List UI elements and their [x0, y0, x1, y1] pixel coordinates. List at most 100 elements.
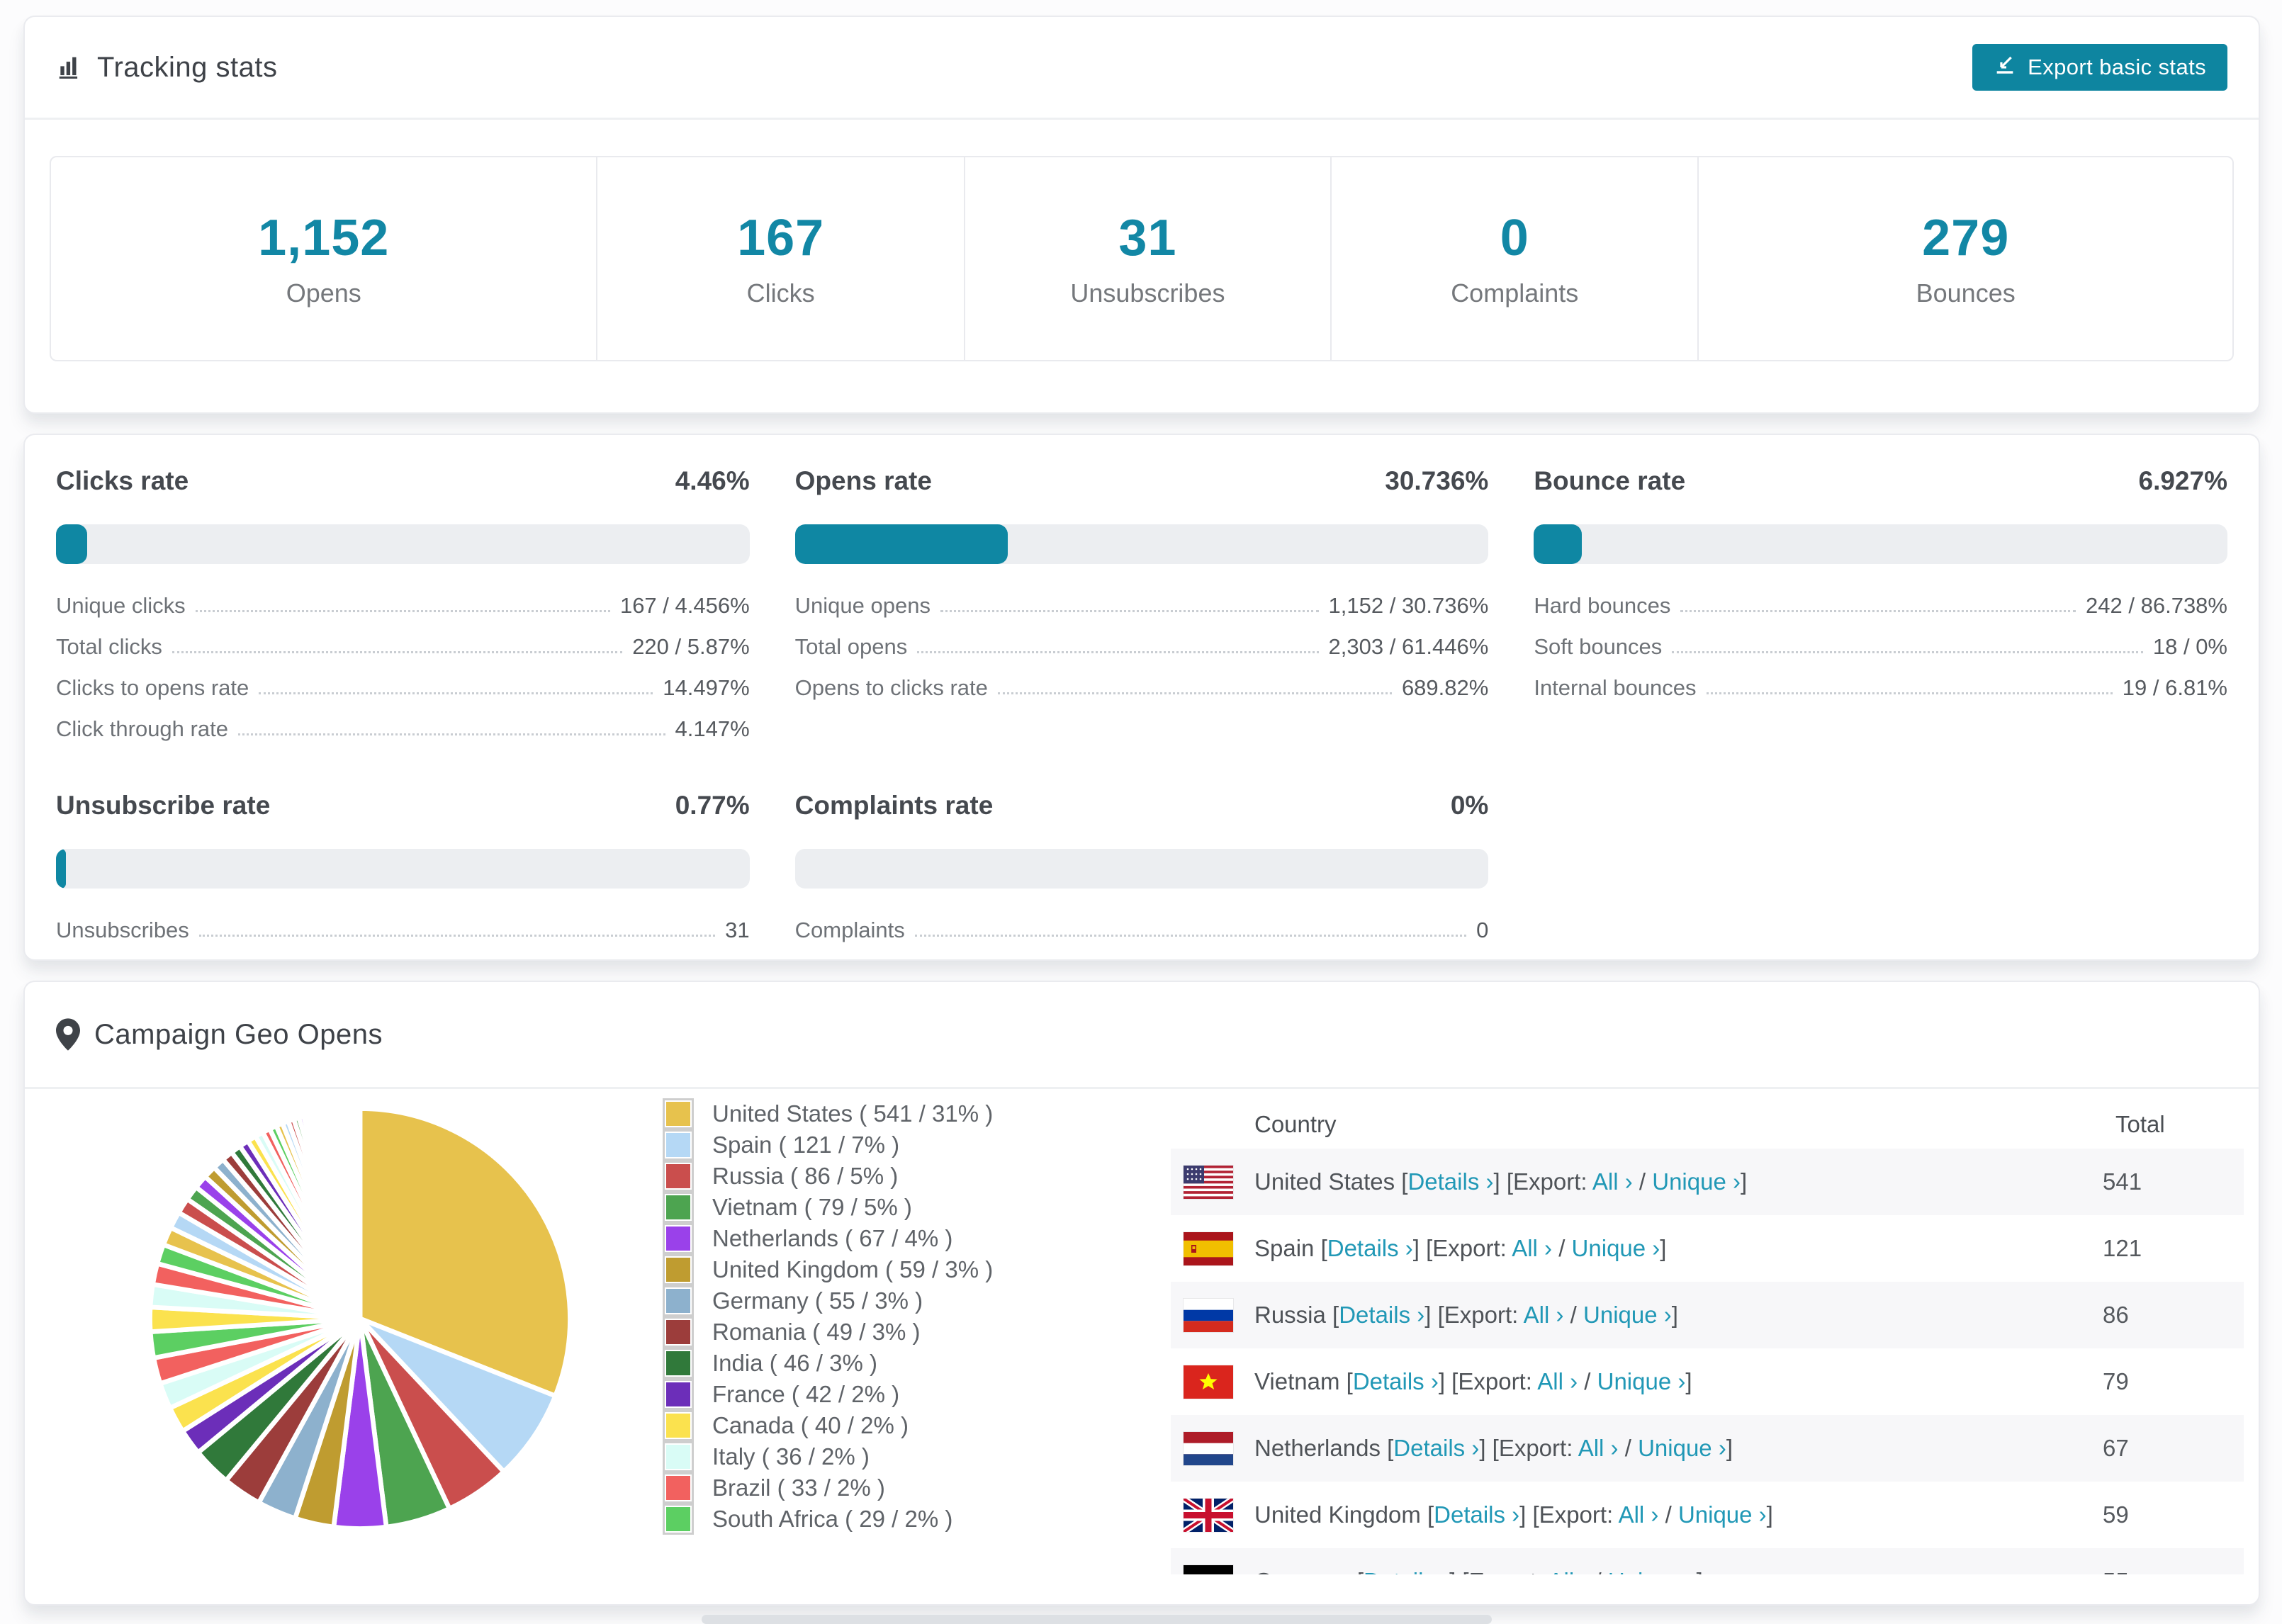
country-cell: United States [Details ›] [Export: All ›… — [1254, 1168, 1748, 1195]
rate-detail-value: 19 / 6.81% — [2122, 675, 2227, 701]
rate-detail-label: Hard bounces — [1534, 593, 1671, 618]
geo-link[interactable]: Unique › — [1652, 1168, 1741, 1195]
summary-stat-cell: 0 Complaints — [1332, 157, 1699, 360]
geo-opens-header: Campaign Geo Opens — [25, 982, 2259, 1089]
rate-detail-row: Total clicks 220 / 5.87% — [56, 626, 750, 667]
geo-link[interactable]: Unique › — [1583, 1302, 1672, 1328]
rate-detail-value: 2,303 / 61.446% — [1328, 634, 1489, 660]
geo-link[interactable]: All › — [1619, 1501, 1659, 1528]
geo-link[interactable]: Details › — [1353, 1368, 1439, 1394]
flag-es-icon — [1184, 1231, 1233, 1265]
total-cell: 541 — [2103, 1168, 2142, 1195]
geo-link[interactable]: All › — [1548, 1568, 1588, 1574]
legend-label: Romania ( 49 / 3% ) — [712, 1319, 921, 1345]
total-cell: 79 — [2103, 1368, 2129, 1394]
summary-stat-label: Opens — [286, 278, 361, 308]
dotted-leader — [198, 935, 716, 937]
column-header-country: Country — [1254, 1110, 1337, 1137]
summary-stats-row: 1,152 Opens 167 Clicks 31 Unsubscribes 0… — [50, 156, 2234, 361]
legend-label: India ( 46 / 3% ) — [712, 1350, 877, 1376]
geo-table-row: Germany [Details ›] [Export: All › / Uni… — [1171, 1548, 2244, 1574]
geo-link[interactable]: Details › — [1434, 1501, 1519, 1528]
rate-detail-row: Clicks to opens rate 14.497% — [56, 667, 750, 709]
progress-bar-track — [794, 849, 1489, 889]
rate-detail-row: Opens to clicks rate 689.82% — [795, 667, 1489, 709]
geo-opens-title: Campaign Geo Opens — [94, 1018, 383, 1050]
rate-detail-row: Internal bounces 19 / 6.81% — [1534, 667, 2227, 709]
legend-item: France ( 42 / 2% ) — [663, 1379, 1159, 1410]
summary-stat-cell: 1,152 Opens — [51, 157, 598, 360]
flag-us-icon — [1184, 1165, 1233, 1199]
dotted-leader — [917, 651, 1319, 654]
legend-label: Netherlands ( 67 / 4% ) — [712, 1225, 953, 1251]
legend-item: Vietnam ( 79 / 5% ) — [663, 1192, 1159, 1223]
pie-slice-other[interactable] — [356, 1106, 363, 1319]
summary-stat-cell: 279 Bounces — [1699, 157, 2232, 360]
legend-swatch — [663, 1223, 694, 1254]
rate-detail-label: Opens to clicks rate — [794, 675, 988, 701]
legend-item: United Kingdom ( 59 / 3% ) — [663, 1254, 1159, 1285]
progress-bar-track — [1534, 524, 2227, 564]
geo-link[interactable]: Unique › — [1572, 1235, 1660, 1261]
geo-link[interactable]: Details › — [1364, 1568, 1449, 1574]
summary-stat-value: 31 — [1118, 210, 1177, 266]
horizontal-scrollbar[interactable] — [702, 1615, 1492, 1624]
export-basic-stats-button[interactable]: Export basic stats — [1972, 44, 2227, 91]
geo-link[interactable]: Details › — [1407, 1168, 1493, 1195]
legend-item: Italy ( 36 / 2% ) — [663, 1441, 1159, 1472]
summary-stat-label: Bounces — [1916, 278, 2016, 308]
rate-panel: Complaints rate 0% Complaints 0 — [794, 791, 1489, 951]
geo-link[interactable]: Details › — [1393, 1435, 1479, 1461]
rate-panel: Clicks rate 4.46% Unique clicks 167 / 4.… — [56, 466, 750, 750]
rate-panel-title: Bounce rate — [1534, 466, 1686, 495]
geo-link[interactable]: Unique › — [1678, 1501, 1767, 1528]
legend-label: Brazil ( 33 / 2% ) — [712, 1474, 885, 1501]
rate-detail-value: 31 — [725, 918, 750, 943]
rate-panel-title: Complaints rate — [794, 791, 994, 821]
rate-detail-label: Total opens — [794, 634, 908, 660]
legend-swatch — [663, 1379, 694, 1410]
rate-panel: Opens rate 30.736% Unique opens 1,152 / … — [794, 466, 1489, 750]
geo-link[interactable]: Details › — [1339, 1302, 1424, 1328]
rate-detail-label: Soft bounces — [1534, 634, 1663, 660]
rate-detail-row: Unique clicks 167 / 4.456% — [56, 585, 750, 626]
legend-label: Germany ( 55 / 3% ) — [712, 1287, 923, 1314]
geo-link[interactable]: All › — [1592, 1168, 1633, 1195]
geo-link[interactable]: Unique › — [1597, 1368, 1686, 1394]
page-title: Tracking stats — [97, 51, 278, 83]
rate-detail-value: 242 / 86.738% — [2086, 593, 2227, 618]
geo-link[interactable]: Unique › — [1638, 1435, 1726, 1461]
rate-panel-title: Opens rate — [794, 466, 932, 495]
bar-chart-icon — [56, 54, 83, 81]
legend-item: Canada ( 40 / 2% ) — [663, 1410, 1159, 1441]
summary-stat-value: 167 — [737, 210, 825, 266]
country-cell: Vietnam [Details ›] [Export: All › / Uni… — [1254, 1368, 1692, 1394]
rates-grid: Clicks rate 4.46% Unique clicks 167 / 4.… — [56, 466, 2227, 951]
rate-detail-label: Unsubscribes — [56, 918, 189, 943]
progress-bar-track — [794, 524, 1489, 564]
legend-item: United States ( 541 / 31% ) — [663, 1098, 1159, 1129]
rate-detail-label: Total clicks — [56, 634, 162, 660]
geo-link[interactable]: All › — [1537, 1368, 1578, 1394]
summary-stat-cell: 167 Clicks — [597, 157, 965, 360]
flag-de-icon — [1184, 1564, 1233, 1574]
legend-swatch — [663, 1129, 694, 1161]
geo-link[interactable]: Details › — [1327, 1235, 1413, 1261]
dotted-leader — [914, 935, 1467, 937]
summary-stat-label: Clicks — [746, 278, 815, 308]
country-cell: Germany [Details ›] [Export: All › / Uni… — [1254, 1568, 2103, 1574]
flag-vn-icon — [1184, 1365, 1233, 1399]
geo-pie-chart[interactable] — [143, 1102, 577, 1535]
geo-link[interactable]: All › — [1524, 1302, 1564, 1328]
geo-link[interactable]: Unique › — [1608, 1568, 1697, 1574]
country-cell: Netherlands [Details ›] [Export: All › /… — [1254, 1435, 1733, 1461]
rates-card: Clicks rate 4.46% Unique clicks 167 / 4.… — [23, 434, 2260, 961]
country-cell: United Kingdom [Details ›] [Export: All … — [1254, 1501, 1773, 1528]
map-pin-icon — [56, 1018, 80, 1051]
geo-table-row: United States [Details ›] [Export: All ›… — [1171, 1149, 2244, 1215]
geo-link[interactable]: All › — [1578, 1435, 1619, 1461]
rate-panel-title: Unsubscribe rate — [56, 791, 271, 821]
rate-panel-value: 6.927% — [2138, 466, 2228, 495]
geo-link[interactable]: All › — [1512, 1235, 1552, 1261]
legend-swatch — [663, 1348, 694, 1379]
